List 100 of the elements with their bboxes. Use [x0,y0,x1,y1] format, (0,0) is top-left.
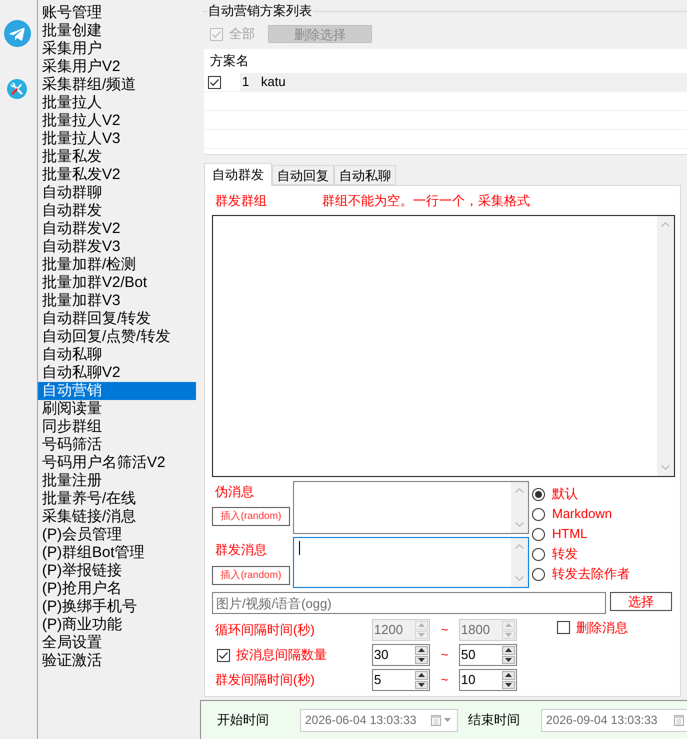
insert-random-button[interactable]: 插入(random) [212,507,290,526]
spin-up-button[interactable] [415,646,428,654]
sidebar-item[interactable]: 自动群聊 [38,184,196,202]
sidebar-item[interactable]: 批量拉人V3 [38,130,196,148]
tab[interactable]: 自动回复 [272,165,334,185]
radio-label: 默认 [552,485,578,504]
spin-down-button[interactable] [502,656,515,664]
sidebar-item[interactable]: 号码用户名筛活V2 [38,454,196,472]
sidebar-item[interactable]: 批量加群V2/Bot [38,274,196,292]
date-picker[interactable]: 2026-09-04 13:03:33 [541,708,687,732]
triangle-up-icon[interactable] [418,673,425,678]
sidebar-item[interactable]: 自动营销 [38,382,196,400]
sidebar-item[interactable]: 批量私发 [38,148,196,166]
triangle-up-icon[interactable] [505,673,512,678]
choose-button[interactable]: 选择 [610,592,672,611]
triangle-down-icon[interactable] [418,658,425,662]
sidebar-item[interactable]: 批量私发V2 [38,166,196,184]
tools-icon[interactable] [7,79,27,99]
triangle-down-icon[interactable] [418,682,425,687]
radio-label: HTML [552,525,588,544]
sidebar-item[interactable]: 批量创建 [38,22,196,40]
sidebar-item[interactable]: 采集用户 [38,40,196,58]
field-label: 开始时间 [217,711,270,730]
number-spinner[interactable]: 50 [459,644,517,666]
sidebar-item[interactable]: 自动私聊V2 [38,364,196,382]
field-label: 伪消息 [214,483,255,502]
message-field[interactable] [293,537,529,588]
sidebar-item[interactable]: (P)举报链接 [38,562,196,580]
media-path-field[interactable]: 图片/视频/语音(ogg) [212,592,606,614]
radio-label: Markdown [552,505,612,524]
sidebar-item[interactable]: (P)抢用户名 [38,580,196,598]
spin-up-button[interactable] [415,671,428,680]
radio-button[interactable] [532,508,545,520]
sidebar-item[interactable]: 采集链接/消息 [38,508,196,526]
insert-random-button[interactable]: 插入(random) [212,566,290,585]
checkbox[interactable] [557,621,570,634]
triangle-down-icon[interactable] [505,682,512,687]
checkbox-label: 全部 [229,25,255,44]
group-list-field[interactable] [212,215,675,477]
radio-label: 转发去除作者 [552,565,630,584]
sidebar-item[interactable]: 刷阅读量 [38,400,196,418]
sidebar-item[interactable]: (P)商业功能 [38,616,196,634]
triangle-up-icon[interactable] [505,648,512,652]
range-separator: ~ [440,621,448,640]
checkbox[interactable] [208,76,221,88]
tab[interactable]: 自动私聊 [334,165,396,185]
sidebar-item[interactable]: 全局设置 [38,634,196,652]
number-spinner[interactable]: 10 [459,669,517,691]
spin-down-button[interactable] [415,680,428,689]
sidebar-item[interactable]: 同步群组 [38,418,196,436]
caret-down-icon[interactable] [444,718,451,722]
radio-label: 转发 [552,545,578,564]
sidebar-item[interactable]: 批量养号/在线 [38,490,196,508]
radio-button[interactable] [532,548,545,560]
spin-up-button[interactable] [502,646,515,654]
sidebar-item[interactable]: 账号管理 [38,4,196,22]
sidebar-item[interactable]: 采集用户V2 [38,58,196,76]
triangle-up-icon[interactable] [418,648,425,652]
spin-down-button[interactable] [415,656,428,664]
sidebar-item[interactable]: 自动回复/点赞/转发 [38,328,196,346]
tab[interactable]: 自动群发 [204,163,272,186]
sidebar-item[interactable]: 批量拉人V2 [38,112,196,130]
sidebar-item[interactable]: 批量加群V3 [38,292,196,310]
calendar-icon[interactable] [674,714,684,726]
checkbox[interactable] [217,648,230,662]
sidebar-item[interactable]: 验证激活 [38,652,196,670]
sidebar-item[interactable]: 自动群发V3 [38,238,196,256]
field-label: 群发间隔时间(秒) [214,671,315,690]
date-picker[interactable]: 2026-06-04 13:03:33 [300,708,458,732]
spin-up-button[interactable] [502,671,515,680]
sidebar-item[interactable]: (P)换绑手机号 [38,598,196,616]
sidebar-item[interactable]: 批量加群/检测 [38,256,196,274]
spin-down-button[interactable] [502,680,515,689]
radio-button[interactable] [532,528,545,540]
field-label: 结束时间 [468,711,521,730]
radio-button[interactable] [532,568,545,580]
sidebar-item[interactable]: 号码筛活 [38,436,196,454]
group-title: 自动营销方案列表 [207,2,313,20]
sidebar-item[interactable]: 自动群发V2 [38,220,196,238]
paper-plane-icon[interactable] [4,20,31,47]
checkbox-label: 删除消息 [576,618,628,637]
number-spinner[interactable]: 30 [372,644,430,666]
sidebar-item[interactable]: 自动群发 [38,202,196,220]
sidebar-item[interactable]: 批量注册 [38,472,196,490]
sidebar-item[interactable]: 采集群组/频道 [38,76,196,94]
sidebar-item[interactable]: (P)会员管理 [38,526,196,544]
list-row[interactable]: 1 katu [240,73,687,91]
column-header[interactable]: 方案名 [210,51,249,71]
calendar-icon[interactable] [431,714,441,726]
message-field[interactable] [293,481,529,534]
triangle-down-icon[interactable] [505,658,512,662]
range-separator: ~ [440,646,448,664]
sidebar-item[interactable]: 批量拉人 [38,94,196,112]
sidebar-item[interactable]: 自动私聊 [38,346,196,364]
table-cell-text: 1 [241,73,250,92]
sidebar-item[interactable]: (P)群组Bot管理 [38,544,196,562]
sidebar-item[interactable]: 自动群回复/转发 [38,310,196,328]
radio-button[interactable] [532,488,545,500]
field-label: 群发群组 [215,192,267,210]
number-spinner[interactable]: 5 [372,669,430,691]
